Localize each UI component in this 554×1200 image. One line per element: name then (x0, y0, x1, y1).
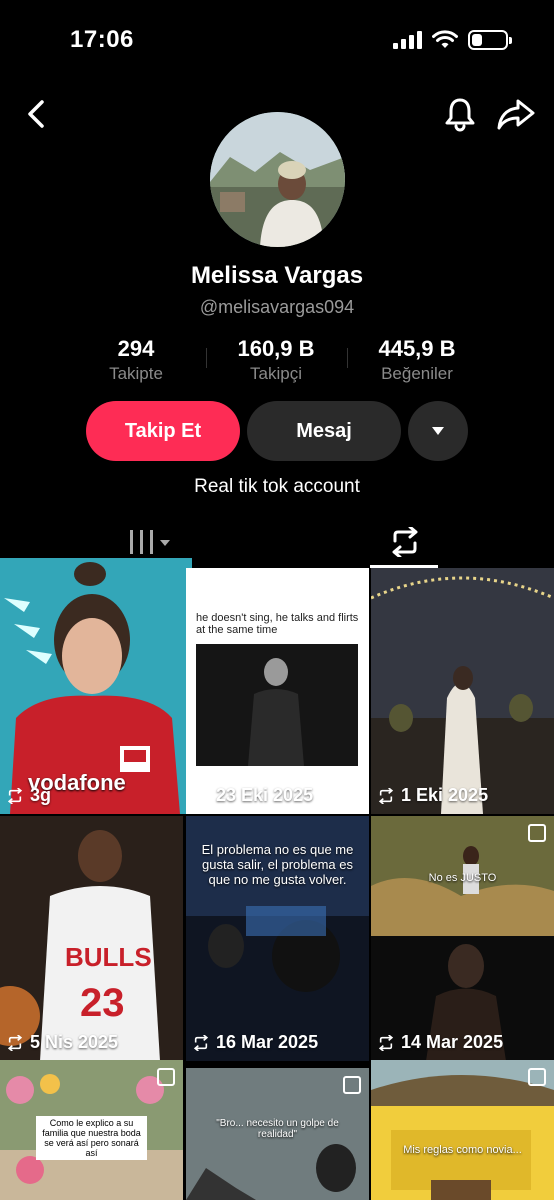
bell-icon[interactable] (442, 96, 478, 132)
video-date: 23 Eki 2025 (216, 785, 314, 805)
video-tile[interactable]: El problema no es que me gusta salir, el… (186, 816, 369, 1061)
video-tile[interactable]: 1 Eki 2025 (371, 568, 554, 814)
stat-following-value: 294 (117, 336, 155, 361)
stat-likes[interactable]: 445,9 B Beğeniler (347, 336, 487, 384)
video-date: 16 Mar 2025 (216, 1032, 319, 1052)
video-caption: he doesn't sing, he talks and flirts at … (196, 612, 359, 636)
svg-text:23: 23 (80, 981, 125, 1025)
video-tile[interactable]: No es JUSTO 14 Mar 2025 (371, 816, 554, 1061)
video-thumbnail: BULLS 23 (0, 816, 183, 1061)
video-caption: El problema no es que me gusta salir, el… (201, 842, 354, 887)
video-thumbnail (371, 1060, 554, 1200)
stat-following-label: Takipte (109, 364, 163, 383)
video-tile[interactable]: vodafone 3g (0, 558, 192, 814)
profile-handle: @melisavargas094 (199, 297, 355, 317)
repost-icon (193, 787, 209, 804)
repost-icon (392, 527, 418, 557)
video-badge: 23 Eki 2025 (192, 785, 313, 806)
status-icons (393, 30, 512, 50)
tab-videos[interactable] (126, 528, 176, 558)
video-caption: Como le explico a su familia que nuestra… (36, 1116, 147, 1160)
video-caption: "Bro... necesito un golpe de realidad" (216, 1118, 339, 1140)
video-date: 1 Eki 2025 (401, 785, 489, 805)
video-caption: No es JUSTO (428, 872, 497, 884)
video-tile[interactable]: Como le explico a su familia que nuestra… (0, 1060, 183, 1200)
grid-icon (130, 530, 170, 554)
stat-following[interactable]: 294 Takipte (66, 336, 206, 384)
follow-button[interactable]: Takip Et (86, 401, 240, 461)
stat-followers-label: Takipçi (250, 364, 302, 383)
multi-image-icon (528, 1068, 546, 1086)
video-badge: 1 Eki 2025 (377, 785, 488, 806)
video-tile[interactable]: he doesn't sing, he talks and flirts at … (186, 568, 369, 814)
caret-down-icon (432, 427, 444, 435)
avatar-photo (210, 112, 345, 247)
message-button[interactable]: Mesaj (247, 401, 401, 461)
stat-likes-value: 445,9 B (378, 336, 456, 361)
wifi-icon (432, 30, 458, 48)
avatar[interactable] (210, 112, 345, 247)
stat-likes-label: Beğeniler (381, 364, 453, 383)
video-date: 3g (30, 785, 52, 805)
stat-followers[interactable]: 160,9 B Takipçi (206, 336, 346, 384)
video-thumbnail (371, 816, 554, 1061)
video-date: 14 Mar 2025 (401, 1032, 504, 1052)
video-thumbnail (196, 644, 358, 766)
stat-followers-value: 160,9 B (237, 336, 315, 361)
more-options-button[interactable] (408, 401, 468, 461)
profile-stats: 294 Takipte 160,9 B Takipçi 445,9 B Beğe… (0, 336, 554, 392)
video-tile[interactable]: BULLS 23 5 Nis 2025 (0, 816, 183, 1061)
multi-image-icon (528, 824, 546, 842)
status-bar: 17:06 (0, 0, 554, 80)
multi-image-icon (343, 1076, 361, 1094)
video-tile[interactable]: "Bro... necesito un golpe de realidad" (186, 1068, 369, 1200)
video-badge: 16 Mar 2025 (192, 1032, 318, 1053)
tab-reposts[interactable] (372, 518, 438, 566)
repost-icon (7, 787, 23, 804)
multi-image-icon (157, 1068, 175, 1086)
status-time: 17:06 (70, 26, 134, 53)
back-arrow-icon[interactable] (20, 96, 56, 132)
repost-icon (378, 1034, 394, 1051)
repost-icon (378, 787, 394, 804)
repost-icon (7, 1034, 23, 1051)
profile-name: Melissa Vargas (190, 262, 364, 289)
video-badge: 14 Mar 2025 (377, 1032, 503, 1053)
share-icon[interactable] (496, 96, 536, 132)
video-date: 5 Nis 2025 (30, 1032, 119, 1052)
video-thumbnail (371, 568, 554, 814)
profile-bio: Real tik tok account (194, 476, 360, 497)
cellular-signal-icon (393, 31, 422, 49)
repost-icon (193, 1034, 209, 1051)
battery-icon (468, 30, 512, 50)
svg-text:BULLS: BULLS (65, 942, 152, 972)
video-tile[interactable]: Mis reglas como novia... (371, 1060, 554, 1200)
video-badge: 5 Nis 2025 (6, 1032, 118, 1053)
video-badge: 3g (6, 785, 51, 806)
video-caption: Mis reglas como novia... (403, 1144, 522, 1156)
